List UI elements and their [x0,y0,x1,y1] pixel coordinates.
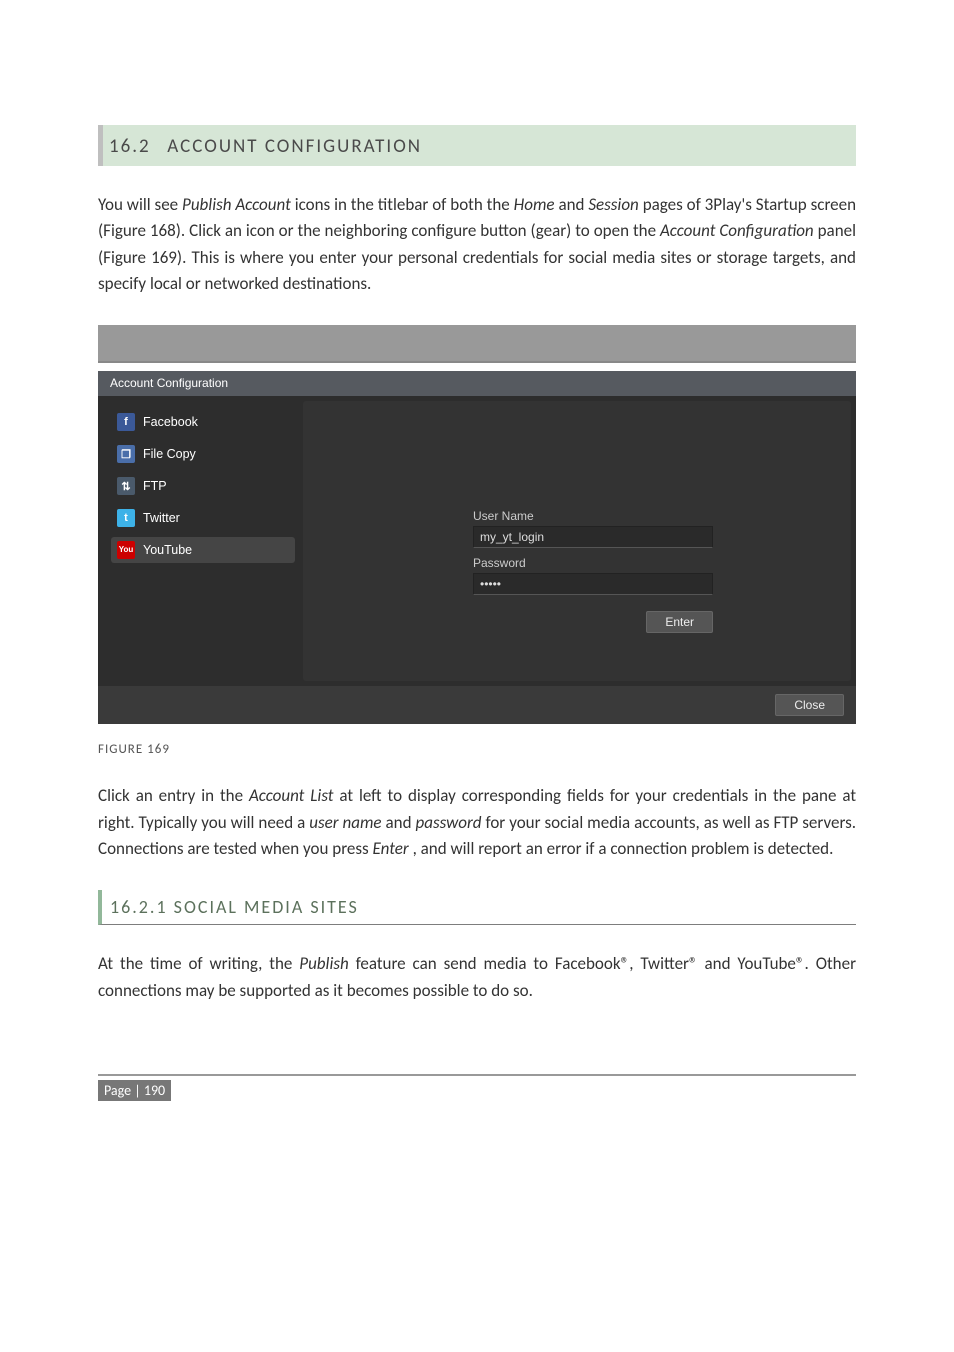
figure-caption: FIGURE 169 [98,742,856,757]
youtube-icon: You [117,541,135,559]
section-header: 16.2 ACCOUNT CONFIGURATION [98,125,856,166]
social-media-paragraph: At the time of writing, the Publish feat… [98,951,856,1004]
username-input[interactable] [473,526,713,548]
account-item-label: YouTube [143,543,192,557]
page-footer: Page | 190 [98,1074,856,1101]
account-item-label: Twitter [143,511,180,525]
account-list: f Facebook ❐ File Copy ⇅ FTP t Twitter You YouTub… [103,401,303,681]
enter-button[interactable]: Enter [646,611,713,633]
file-copy-icon: ❐ [117,445,135,463]
figure-169: Account Configuration f Facebook ❐ File Cop… [98,325,856,724]
section-title: ACCOUNT CONFIGURATION [167,135,422,158]
figure-top-bar [98,325,856,363]
username-label: User Name [473,509,851,523]
page-number: Page | 190 [98,1080,171,1101]
credentials-pane: User Name Password Enter [303,401,851,681]
account-item-label: FTP [143,479,167,493]
subsection-number: 16.2.1 [110,896,168,918]
subsection-title: SOCIAL MEDIA SITES [174,896,359,918]
account-list-paragraph: Click an entry in the Account List at le… [98,783,856,862]
ftp-icon: ⇅ [117,477,135,495]
password-label: Password [473,556,851,570]
twitter-icon: t [117,509,135,527]
account-item-twitter[interactable]: t Twitter [111,505,295,531]
password-input[interactable] [473,573,713,595]
dialog-title: Account Configuration [98,371,856,396]
account-config-dialog: Account Configuration f Facebook ❐ File Cop… [98,371,856,724]
subsection-header: 16.2.1 SOCIAL MEDIA SITES [98,890,856,925]
account-item-label: File Copy [143,447,196,461]
account-item-youtube[interactable]: You YouTube [111,537,295,563]
close-button[interactable]: Close [775,694,844,716]
account-item-label: Facebook [143,415,198,429]
account-item-ftp[interactable]: ⇅ FTP [111,473,295,499]
section-number: 16.2 [109,135,161,158]
facebook-icon: f [117,413,135,431]
intro-paragraph: You will see Publish Account icons in th… [98,192,856,297]
account-item-facebook[interactable]: f Facebook [111,409,295,435]
account-item-file-copy[interactable]: ❐ File Copy [111,441,295,467]
